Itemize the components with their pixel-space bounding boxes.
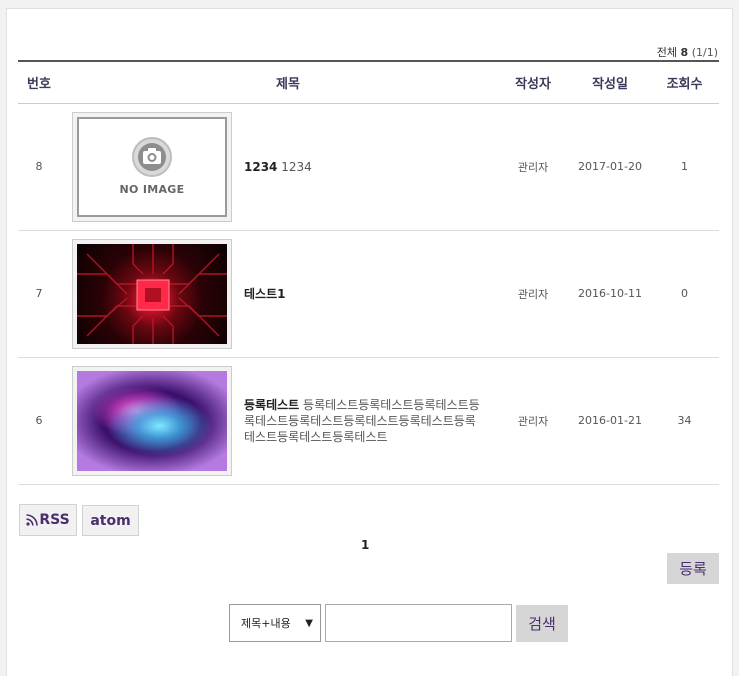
galaxy-nebula-image [77, 370, 227, 471]
post-date: 2017-01-20 [570, 103, 651, 231]
register-label: 등록 [679, 560, 707, 578]
post-views: 1 [650, 103, 720, 231]
post-title-cell[interactable]: 등록테스트 등록테스트등록테스트등록테스트등록테스트등록테스트등록테스트등록테스… [230, 357, 497, 485]
post-title-cell[interactable]: 테스트1 [230, 230, 497, 358]
table-row[interactable]: 8 NO IMAGE 1234 1234 관리자 2017-01-20 1 [18, 103, 720, 231]
search-input[interactable] [325, 604, 512, 642]
post-author: 관리자 [496, 103, 571, 231]
post-title[interactable]: 1234 [244, 160, 277, 174]
post-author: 관리자 [496, 230, 571, 358]
post-date: 2016-01-21 [570, 357, 651, 485]
search-button[interactable]: 검색 [516, 605, 568, 642]
row-num: 8 [18, 103, 60, 231]
search-scope-value: 제목+내용 [241, 617, 291, 630]
table-row[interactable]: 7 테스트1 관리자 2016-10-11 0 [18, 230, 720, 358]
rss-label: RSS [39, 512, 70, 528]
table-header-row: 번호 제목 작성자 작성일 조회수 [18, 60, 720, 104]
header-date: 작성일 [570, 60, 651, 104]
post-views: 0 [650, 230, 720, 358]
post-title[interactable]: 테스트1 [244, 287, 285, 301]
post-title-cell[interactable]: 1234 1234 [230, 103, 497, 231]
post-thumbnail[interactable] [72, 238, 232, 349]
row-num: 7 [18, 230, 60, 358]
header-author: 작성자 [496, 60, 571, 104]
no-image-label: NO IMAGE [119, 183, 185, 196]
post-thumbnail[interactable]: NO IMAGE [72, 111, 232, 222]
post-author: 관리자 [496, 357, 571, 485]
atom-button[interactable]: atom [82, 505, 139, 536]
no-image-placeholder: NO IMAGE [77, 116, 227, 217]
post-list-table: 번호 제목 작성자 작성일 조회수 8 NO IMAGE 1234 1234 관… [18, 60, 720, 485]
total-count: 전체 8 (1/1) [656, 46, 718, 59]
search-scope-select[interactable]: 제목+내용 ▼ [229, 604, 321, 642]
header-views: 조회수 [650, 60, 720, 104]
post-title[interactable]: 등록테스트 [244, 398, 299, 412]
post-preview: 1234 [281, 159, 312, 174]
register-button[interactable]: 등록 [667, 553, 719, 584]
post-views: 34 [650, 357, 720, 485]
row-num: 6 [18, 357, 60, 485]
post-date: 2016-10-11 [570, 230, 651, 358]
camera-icon [132, 137, 172, 177]
header-title: 제목 [60, 60, 497, 104]
header-num: 번호 [18, 60, 60, 104]
table-row[interactable]: 6 등록테스트 등록테스트등록테스트등록테스트등록테스트등록테스트등록테스트등록… [18, 357, 720, 485]
search-button-label: 검색 [528, 615, 556, 633]
rss-button[interactable]: RSS [19, 504, 77, 536]
dropdown-arrow-icon: ▼ [305, 618, 313, 629]
circuit-board-image [77, 243, 227, 344]
rss-icon [26, 514, 39, 526]
pagination-current-page[interactable]: 1 [361, 538, 369, 552]
post-thumbnail[interactable] [72, 365, 232, 476]
atom-label: atom [90, 512, 131, 529]
